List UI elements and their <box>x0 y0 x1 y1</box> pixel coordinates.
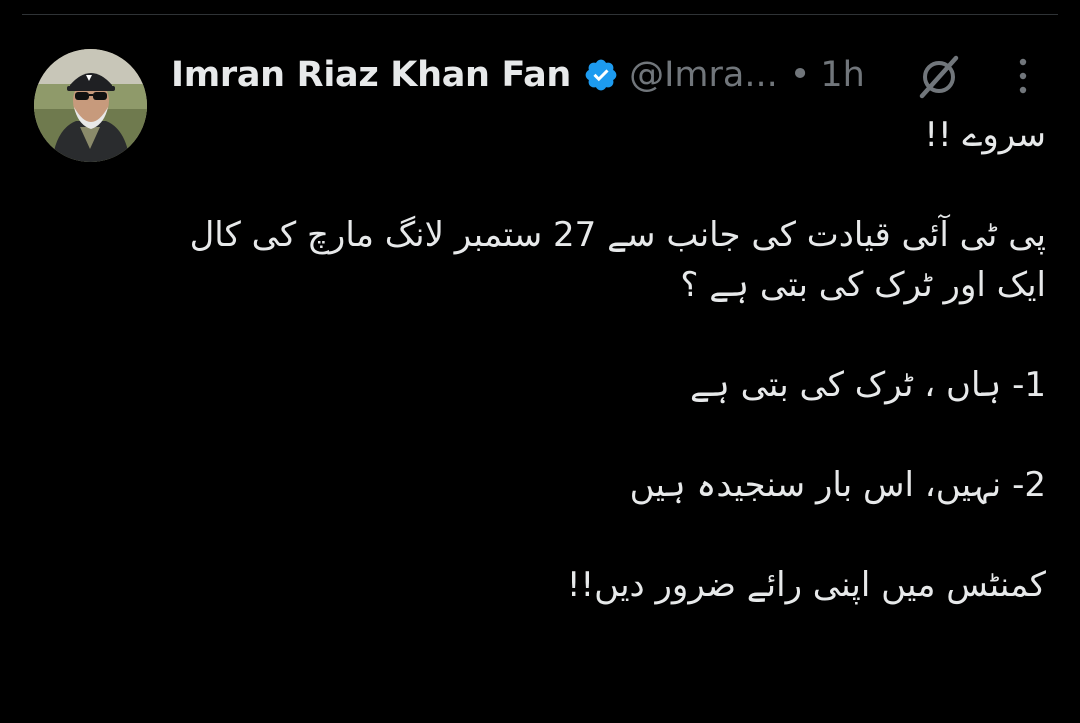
avatar-photo-icon <box>34 49 147 162</box>
tweet-text-question: پی ٹی آئی قیادت کی جانب سے 27 ستمبر لانگ… <box>189 215 1046 305</box>
author-display-name[interactable]: Imran Riaz Khan Fan <box>171 55 571 95</box>
more-vertical-icon[interactable] <box>1014 57 1032 95</box>
separator-dot: • <box>789 55 811 95</box>
tweet-text-option-1: 1- ہاں ، ٹرک کی بتی ہے <box>689 365 1046 405</box>
grok-slash-icon[interactable] <box>914 54 964 100</box>
author-handle[interactable]: @Imra... <box>629 55 778 95</box>
tweet-timestamp[interactable]: 1h <box>820 55 864 95</box>
tweet-text-closing: کمنٹس میں اپنی رائے ضرور دیں!! <box>566 565 1046 605</box>
tweet-text-option-2: 2- نہیں، اس بار سنجیدہ ہیں <box>629 465 1046 505</box>
tweet-header: Imran Riaz Khan Fan @Imra... • 1h <box>171 52 865 98</box>
tweet-text: سروے !! پی ٹی آئی قیادت کی جانب سے 27 ست… <box>180 110 1046 610</box>
avatar[interactable] <box>34 49 147 162</box>
verified-badge-icon <box>583 57 619 93</box>
tweet-text-title: سروے !! <box>924 115 1046 155</box>
top-divider <box>22 14 1058 15</box>
